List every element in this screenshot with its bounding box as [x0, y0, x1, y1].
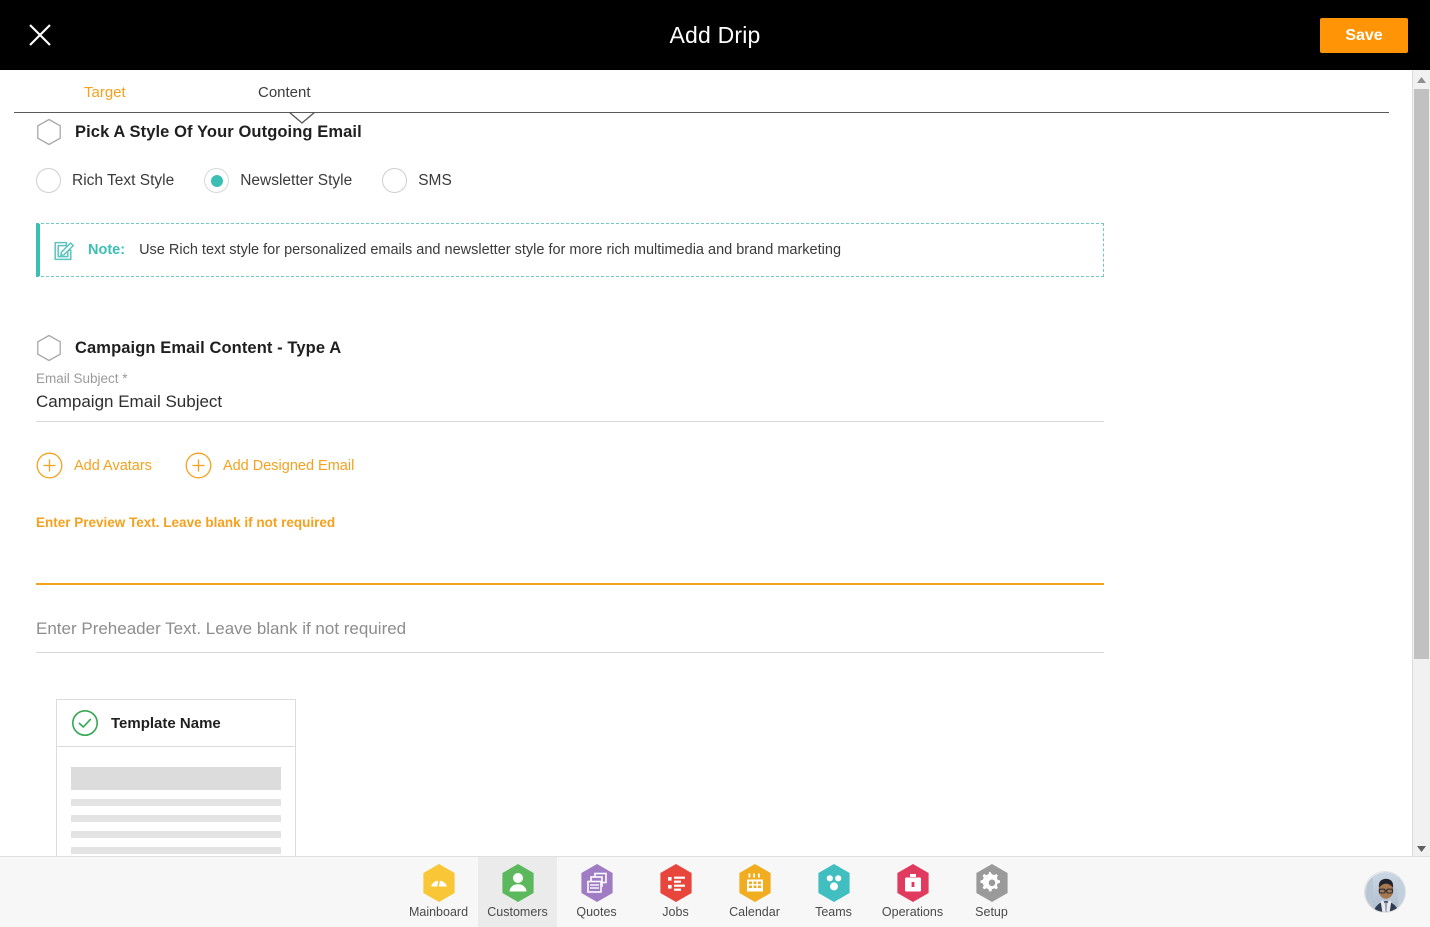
nav-items: Mainboard Customers Quotes Jobs Calendar…: [399, 857, 1031, 927]
template-card[interactable]: Template Name: [56, 699, 296, 856]
preview-text-input[interactable]: [36, 532, 1104, 583]
nav-item-teams[interactable]: Teams: [794, 857, 873, 927]
skeleton-line: [71, 815, 281, 822]
briefcase-icon: [894, 862, 932, 904]
radio-rich-text-style[interactable]: Rich Text Style: [36, 168, 174, 193]
template-card-header: Template Name: [57, 700, 295, 747]
section-title-style: Pick A Style Of Your Outgoing Email: [75, 122, 362, 141]
bottom-navigation: Mainboard Customers Quotes Jobs Calendar…: [0, 856, 1430, 927]
radio-label: Rich Text Style: [72, 171, 175, 189]
radio-indicator-selected: [204, 168, 230, 193]
note-label: Note:: [88, 242, 126, 258]
nav-item-calendar[interactable]: Calendar: [715, 857, 794, 927]
email-style-radio-group: Rich Text Style Newsletter Style SMS: [36, 168, 1412, 193]
nav-label: Setup: [975, 905, 1008, 919]
field-underline-focused: [36, 583, 1104, 585]
nav-label: Customers: [487, 905, 548, 919]
field-underline: [36, 421, 1104, 422]
radio-indicator: [36, 168, 61, 193]
nav-item-quotes[interactable]: Quotes: [557, 857, 636, 927]
preview-text-field: Enter Preview Text. Leave blank if not r…: [36, 514, 1104, 585]
gear-icon: [973, 862, 1011, 904]
nav-item-jobs[interactable]: Jobs: [636, 857, 715, 927]
plus-circle-icon: [36, 452, 63, 479]
radio-label: Newsletter Style: [240, 171, 353, 189]
scrollable-content: Target Content Pick A Style Of Your Outg…: [0, 70, 1412, 856]
modal-header: Add Drip Save: [0, 0, 1430, 70]
vertical-scrollbar[interactable]: [1412, 70, 1430, 856]
add-avatars-button[interactable]: Add Avatars: [36, 452, 152, 479]
section-header-campaign: Campaign Email Content - Type A: [36, 334, 1412, 362]
email-subject-field: Email Subject *: [36, 370, 1104, 422]
radio-label: SMS: [418, 171, 452, 189]
hexagon-outline-icon: [36, 118, 62, 146]
preheader-text-input[interactable]: [36, 617, 1104, 652]
nav-item-mainboard[interactable]: Mainboard: [399, 857, 478, 927]
skeleton-line: [71, 799, 281, 806]
stacked-cards-icon: [578, 862, 616, 904]
nav-label: Teams: [815, 905, 852, 919]
caret-up-icon: [1417, 70, 1426, 88]
nav-label: Operations: [881, 905, 944, 919]
field-underline: [36, 652, 1104, 653]
hexagon-outline-icon: [36, 334, 62, 362]
nav-item-customers[interactable]: Customers: [478, 857, 557, 927]
scrollbar-thumb[interactable]: [1414, 89, 1429, 659]
note-callout: Note: Use Rich text style for personaliz…: [36, 223, 1104, 277]
radio-sms[interactable]: SMS: [382, 168, 452, 193]
preheader-text-field: [36, 617, 1104, 653]
nav-label: Calendar: [729, 905, 780, 919]
skeleton-block: [71, 767, 281, 790]
section-campaign-email: Campaign Email Content - Type A Email Su…: [36, 334, 1412, 856]
tab-divider: [14, 112, 1389, 113]
modal-body: Target Content Pick A Style Of Your Outg…: [0, 70, 1430, 856]
radio-newsletter-style[interactable]: Newsletter Style: [204, 168, 352, 193]
people-dots-icon: [815, 862, 853, 904]
add-drip-modal: Add Drip Save Target Content Pick A Styl…: [0, 0, 1430, 927]
scroll-down-button[interactable]: [1413, 839, 1430, 856]
check-circle-icon: [71, 709, 99, 737]
tab-target[interactable]: Target: [84, 84, 126, 101]
user-avatar[interactable]: [1364, 871, 1406, 913]
skeleton-line: [71, 831, 281, 838]
nav-item-operations[interactable]: Operations: [873, 857, 952, 927]
add-designed-email-button[interactable]: Add Designed Email: [185, 452, 354, 479]
scroll-up-button[interactable]: [1413, 70, 1430, 87]
section-header-style: Pick A Style Of Your Outgoing Email: [36, 118, 1412, 146]
tab-content[interactable]: Content: [258, 84, 311, 101]
preview-text-label: Enter Preview Text. Leave blank if not r…: [36, 515, 336, 530]
email-subject-input[interactable]: [36, 388, 1104, 421]
edit-pencil-icon: [52, 238, 76, 262]
drip-content-form: Pick A Style Of Your Outgoing Email Rich…: [0, 118, 1412, 856]
add-avatars-label: Add Avatars: [74, 457, 152, 474]
nav-label: Quotes: [576, 905, 617, 919]
section-title-campaign: Campaign Email Content - Type A: [75, 338, 342, 357]
template-preview-skeleton: [57, 747, 295, 856]
save-button[interactable]: Save: [1320, 18, 1408, 53]
attachment-actions: Add Avatars Add Designed Email: [36, 452, 1412, 479]
nav-label: Jobs: [662, 905, 689, 919]
template-name-label: Template Name: [111, 714, 221, 732]
radio-indicator: [382, 168, 408, 193]
person-icon: [499, 862, 537, 904]
bulleted-list-icon: [657, 862, 695, 904]
email-subject-label: Email Subject *: [36, 371, 128, 386]
caret-down-icon: [1417, 839, 1426, 857]
plus-circle-icon: [185, 452, 212, 479]
tab-bar: Target Content: [14, 70, 1389, 124]
nav-label: Mainboard: [408, 905, 469, 919]
calendar-icon: [736, 862, 774, 904]
close-icon[interactable]: [26, 21, 54, 49]
skeleton-line: [71, 847, 281, 854]
note-text: Use Rich text style for personalized ema…: [139, 242, 842, 258]
add-designed-email-label: Add Designed Email: [222, 457, 355, 474]
page-title: Add Drip: [669, 21, 761, 48]
nav-item-setup[interactable]: Setup: [952, 857, 1031, 927]
dashboard-gauge-icon: [420, 862, 458, 904]
